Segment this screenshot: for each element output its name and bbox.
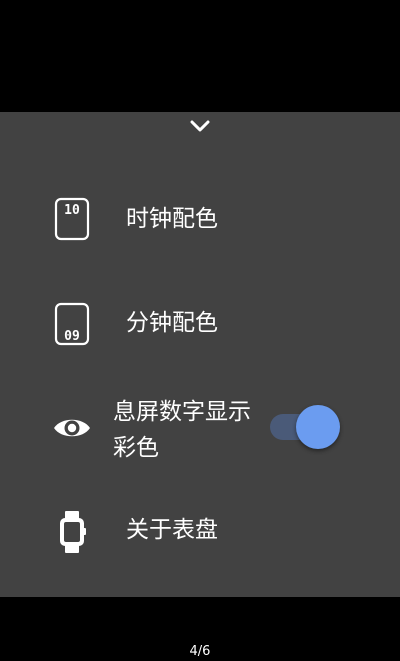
aod-color-toggle[interactable] [268, 405, 342, 449]
menu-item-label: 息屏数字显示彩色 [113, 399, 251, 461]
svg-text:09: 09 [64, 329, 80, 344]
menu-item-label: 时钟配色 [126, 206, 218, 232]
menu-item-minute-color[interactable]: 09 分钟配色 [0, 280, 400, 370]
hour-digits-icon: 10 [48, 195, 96, 243]
menu-item-hour-color[interactable]: 10 时钟配色 [0, 175, 400, 265]
watch-icon [48, 508, 96, 556]
menu-item-about[interactable]: 关于表盘 [0, 486, 400, 576]
minute-digits-icon: 09 [48, 300, 96, 348]
chevron-down-icon [190, 120, 210, 132]
eye-icon [48, 404, 96, 452]
menu-item-label: 关于表盘 [126, 517, 218, 543]
collapse-button[interactable] [184, 112, 216, 140]
menu-item-aod-color[interactable]: 息屏数字显示彩色 [0, 382, 400, 478]
menu-item-label: 分钟配色 [126, 310, 218, 336]
page-indicator: 4/6 [189, 644, 211, 659]
toggle-thumb [296, 405, 340, 449]
svg-text:10: 10 [64, 203, 80, 218]
settings-sheet: 10 时钟配色 09 分钟配色 息屏数字显示彩色 关于表盘 [0, 112, 400, 597]
